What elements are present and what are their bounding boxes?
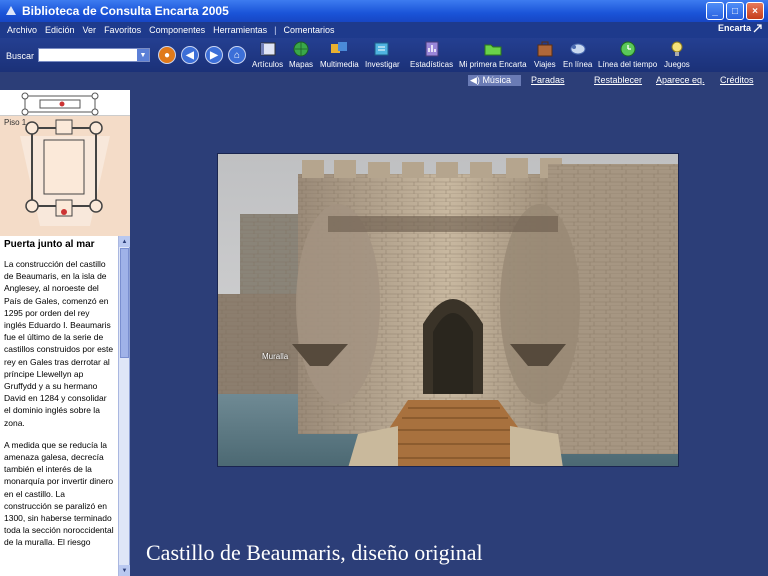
clock-icon — [620, 41, 636, 57]
tool-mi-primera-encarta[interactable]: Mi primera Encarta — [459, 40, 527, 69]
maximize-button[interactable]: □ — [726, 2, 744, 20]
globe-icon — [293, 41, 309, 57]
toolbar: Buscar ▼ ● ◀ ▶ ⌂ Artículos Mapas Multime… — [0, 38, 768, 72]
book-icon — [260, 42, 276, 56]
muralla-hotspot[interactable]: Muralla — [262, 352, 288, 361]
tool-investigar[interactable]: Investigar — [365, 40, 400, 69]
research-icon — [374, 42, 389, 56]
close-button[interactable]: × — [746, 2, 764, 20]
menu-ver[interactable]: Ver — [79, 25, 101, 35]
home-orange-icon[interactable]: ● — [158, 46, 176, 64]
encarta-brand: Encarta — [718, 23, 762, 33]
tool-label: Mapas — [289, 60, 314, 69]
tool-juegos[interactable]: Juegos — [664, 40, 690, 69]
tool-en-linea[interactable]: En línea — [563, 40, 592, 69]
floor-plan[interactable]: Piso 1 — [0, 116, 130, 236]
suitcase-icon — [537, 41, 553, 57]
tool-multimedia[interactable]: Multimedia — [320, 40, 359, 69]
castle-minimap[interactable] — [0, 90, 130, 116]
brand-label: Encarta — [717, 23, 751, 33]
multimedia-icon — [331, 42, 348, 53]
tool-viajes[interactable]: Viajes — [534, 40, 556, 69]
article-paragraph: La construcción del castillo de Beaumari… — [4, 259, 114, 428]
tool-label: En línea — [563, 60, 593, 69]
brand-arrow-icon — [753, 23, 762, 32]
article-scrollbar[interactable]: ▲ ▼ — [118, 236, 130, 576]
left-panel: Piso 1 Puerta junto al mar La construcci… — [0, 90, 130, 576]
online-icon — [570, 43, 586, 55]
statistics-icon — [425, 41, 439, 57]
menu-componentes[interactable]: Componentes — [145, 25, 209, 35]
home-icon[interactable]: ⌂ — [228, 46, 246, 64]
reset-button[interactable]: Restablecer — [594, 75, 642, 85]
tool-label: Línea del tiempo — [598, 60, 658, 69]
forward-arrow-icon[interactable]: ▶ — [205, 46, 223, 64]
tool-label: Estadísticas — [410, 60, 454, 69]
encarta-app-icon — [6, 6, 16, 15]
menu-favoritos[interactable]: Favoritos — [100, 25, 145, 35]
scroll-thumb[interactable] — [120, 248, 129, 358]
article-paragraph: A medida que se reducía la amenaza gales… — [4, 439, 114, 548]
tool-label: Mi primera Encarta — [459, 60, 527, 69]
menu-edicion[interactable]: Edición — [41, 25, 79, 35]
menu-separator: | — [274, 25, 277, 35]
tool-articulos[interactable]: Artículos — [252, 40, 283, 69]
search-input[interactable]: ▼ — [38, 48, 150, 62]
floor-plan-drawing — [20, 119, 110, 226]
tour-controls-bar: ◀) Música Paradas Restablecer Aparece eq… — [0, 72, 768, 90]
music-button[interactable]: ◀) Música — [468, 75, 521, 86]
scroll-up-icon[interactable]: ▲ — [119, 236, 130, 247]
tool-label: Artículos — [252, 60, 284, 69]
zoom-button[interactable]: Aparece eq. — [656, 75, 705, 85]
credits-button[interactable]: Créditos — [720, 75, 754, 85]
minimap-drawing — [21, 92, 99, 116]
back-arrow-icon[interactable]: ◀ — [181, 46, 199, 64]
lightbulb-icon — [671, 41, 683, 56]
scroll-down-icon[interactable]: ▼ — [119, 565, 130, 576]
tool-label: Investigar — [365, 60, 400, 69]
title-bar: Biblioteca de Consulta Encarta 2005 _ □ … — [0, 0, 768, 22]
minimize-button[interactable]: _ — [706, 2, 724, 20]
castle-3d-view[interactable]: Muralla — [217, 153, 679, 467]
tool-linea-del-tiempo[interactable]: Línea del tiempo — [598, 40, 657, 69]
article-title: Puerta junto al mar — [4, 239, 95, 250]
stops-button[interactable]: Paradas — [531, 75, 565, 85]
window-title: Biblioteca de Consulta Encarta 2005 — [22, 4, 229, 18]
search-dropdown-button[interactable]: ▼ — [137, 49, 149, 61]
image-caption: Castillo de Beaumaris, diseño original — [146, 540, 483, 565]
menu-bar: Archivo Edición Ver Favoritos Componente… — [0, 22, 768, 38]
menu-comentarios[interactable]: Comentarios — [280, 25, 339, 35]
tool-estadisticas[interactable]: Estadísticas — [410, 40, 453, 69]
music-label: Música — [482, 75, 511, 85]
tool-label: Multimedia — [320, 60, 359, 69]
tool-label: Juegos — [664, 60, 690, 69]
tool-mapas[interactable]: Mapas — [289, 40, 313, 69]
speaker-icon: ◀) — [470, 75, 480, 85]
folder-icon — [484, 44, 502, 56]
floor-label: Piso 1 — [4, 118, 27, 127]
castle-illustration — [218, 154, 678, 466]
menu-archivo[interactable]: Archivo — [3, 25, 41, 35]
search-label: Buscar — [6, 51, 35, 61]
article-text: Puerta junto al mar La construcción del … — [0, 236, 118, 576]
menu-herramientas[interactable]: Herramientas — [209, 25, 271, 35]
tool-label: Viajes — [534, 60, 556, 69]
